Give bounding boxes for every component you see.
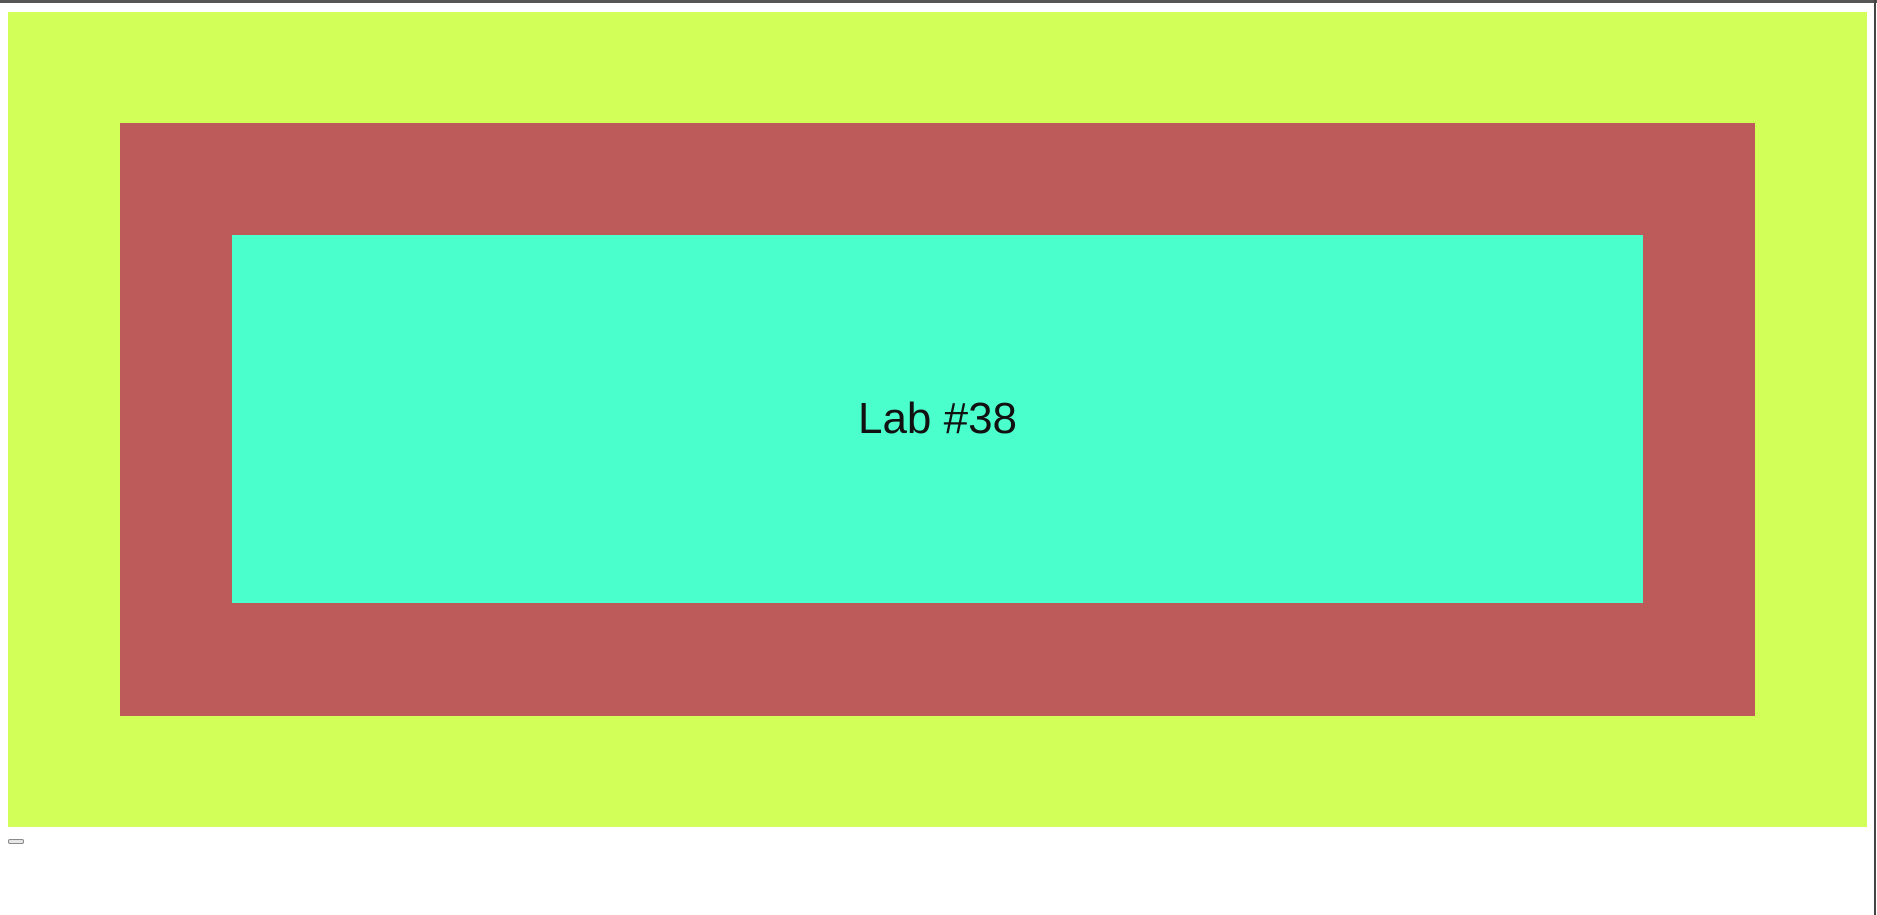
right-border	[1874, 0, 1876, 915]
tiny-button[interactable]	[8, 839, 24, 844]
lab-title: Lab #38	[857, 394, 1018, 443]
inner-panel: Lab #38	[232, 235, 1643, 603]
top-border	[0, 0, 1877, 3]
